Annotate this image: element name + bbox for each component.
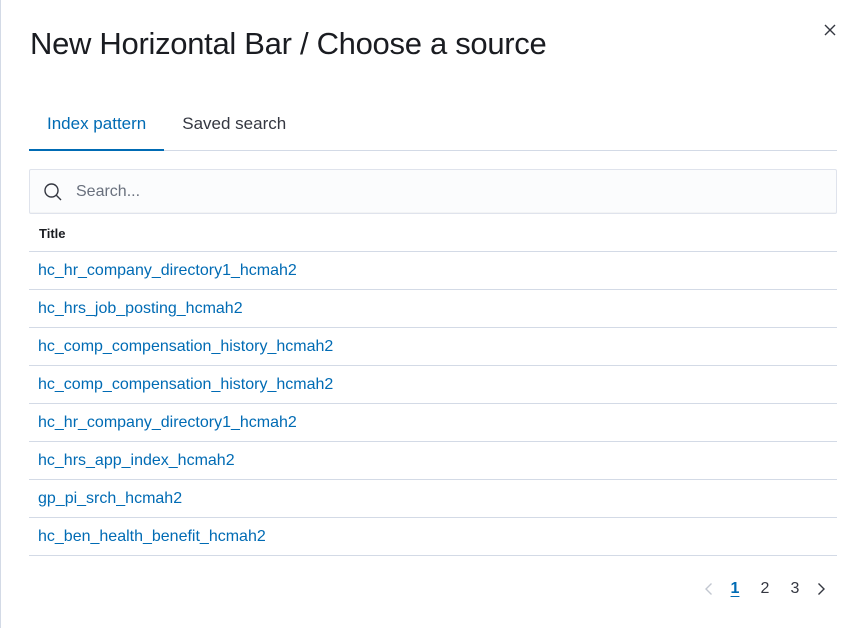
search-field xyxy=(29,169,837,214)
table-row: hc_ben_health_benefit_hcmah2 xyxy=(29,518,837,556)
close-button[interactable] xyxy=(820,20,840,40)
chevron-left-icon xyxy=(705,583,712,595)
table-row: hc_comp_compensation_history_hcmah2 xyxy=(29,328,837,366)
table-row: gp_pi_srch_hcmah2 xyxy=(29,480,837,518)
column-header-title[interactable]: Title xyxy=(29,214,837,252)
page-button-1[interactable]: 1 xyxy=(720,576,750,602)
previous-page-button[interactable] xyxy=(698,576,720,602)
source-link[interactable]: hc_hrs_job_posting_hcmah2 xyxy=(38,300,243,318)
chevron-right-icon xyxy=(818,583,825,595)
pagination: 1 2 3 xyxy=(698,576,832,602)
table-row: hc_hr_company_directory1_hcmah2 xyxy=(29,252,837,290)
source-link[interactable]: hc_hr_company_directory1_hcmah2 xyxy=(38,262,297,280)
tab-index-pattern[interactable]: Index pattern xyxy=(29,102,165,151)
source-link[interactable]: hc_ben_health_benefit_hcmah2 xyxy=(38,528,266,546)
table-row: hc_hr_company_directory1_hcmah2 xyxy=(29,404,837,442)
source-link[interactable]: hc_comp_compensation_history_hcmah2 xyxy=(38,376,333,394)
source-link[interactable]: gp_pi_srch_hcmah2 xyxy=(38,490,182,508)
page-button-3[interactable]: 3 xyxy=(780,576,810,602)
choose-source-modal: New Horizontal Bar / Choose a source Ind… xyxy=(0,0,859,628)
source-link[interactable]: hc_hr_company_directory1_hcmah2 xyxy=(38,414,297,432)
table-row: hc_hrs_app_index_hcmah2 xyxy=(29,442,837,480)
source-link[interactable]: hc_comp_compensation_history_hcmah2 xyxy=(38,338,333,356)
close-icon xyxy=(824,24,836,36)
search-input[interactable] xyxy=(74,181,818,202)
modal-title: New Horizontal Bar / Choose a source xyxy=(30,26,547,61)
tab-saved-search[interactable]: Saved search xyxy=(164,102,304,149)
source-link[interactable]: hc_hrs_app_index_hcmah2 xyxy=(38,452,235,470)
table-row: hc_comp_compensation_history_hcmah2 xyxy=(29,366,837,404)
source-tabs: Index pattern Saved search xyxy=(29,102,837,151)
source-table: Title hc_hr_company_directory1_hcmah2 hc… xyxy=(29,214,837,556)
next-page-button[interactable] xyxy=(810,576,832,602)
page-button-2[interactable]: 2 xyxy=(750,576,780,602)
table-row: hc_hrs_job_posting_hcmah2 xyxy=(29,290,837,328)
search-icon xyxy=(42,181,64,203)
